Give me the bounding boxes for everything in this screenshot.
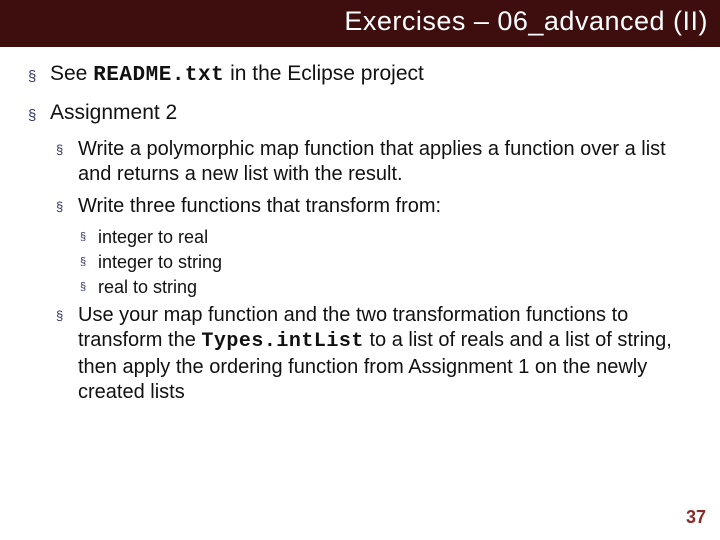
slide-title: Exercises – 06_advanced (II): [0, 0, 720, 47]
bullet-icon: §: [28, 106, 36, 125]
bullet-int-string: § integer to string: [80, 251, 702, 274]
bullet-use-map: § Use your map function and the two tran…: [56, 303, 702, 406]
text-readme: README.txt: [93, 64, 224, 87]
bullet-assignment: § Assignment 2: [28, 100, 702, 127]
bullet-map-fn: § Write a polymorphic map function that …: [56, 137, 702, 188]
text-see-pre: See: [50, 62, 93, 85]
text-three-fn: Write three functions that transform fro…: [78, 195, 441, 217]
text-int-string: integer to string: [98, 252, 222, 272]
text-int-real: integer to real: [98, 227, 208, 247]
text-types: Types.intList: [201, 330, 364, 353]
text-assignment: Assignment 2: [50, 101, 177, 124]
page-number: 37: [686, 507, 706, 528]
sublist-transforms: § integer to real § integer to string § …: [80, 226, 702, 299]
bullet-icon: §: [56, 199, 63, 216]
bullet-icon: §: [80, 230, 86, 244]
text-real-string: real to string: [98, 277, 197, 297]
bullet-three-fn: § Write three functions that transform f…: [56, 194, 702, 220]
text-map-fn: Write a polymorphic map function that ap…: [78, 138, 666, 186]
bullet-icon: §: [56, 142, 63, 159]
bullet-icon: §: [80, 280, 86, 294]
bullet-icon: §: [28, 67, 36, 86]
bullet-int-real: § integer to real: [80, 226, 702, 249]
bullet-icon: §: [80, 255, 86, 269]
bullet-icon: §: [56, 308, 63, 325]
bullet-real-string: § real to string: [80, 276, 702, 299]
bullet-see-readme: § See README.txt in the Eclipse project: [28, 61, 702, 90]
sublist-assignment: § Write a polymorphic map function that …: [56, 137, 702, 406]
slide-body: § See README.txt in the Eclipse project …: [0, 47, 720, 406]
text-see-post: in the Eclipse project: [224, 62, 424, 85]
slide: Exercises – 06_advanced (II) § See READM…: [0, 0, 720, 540]
